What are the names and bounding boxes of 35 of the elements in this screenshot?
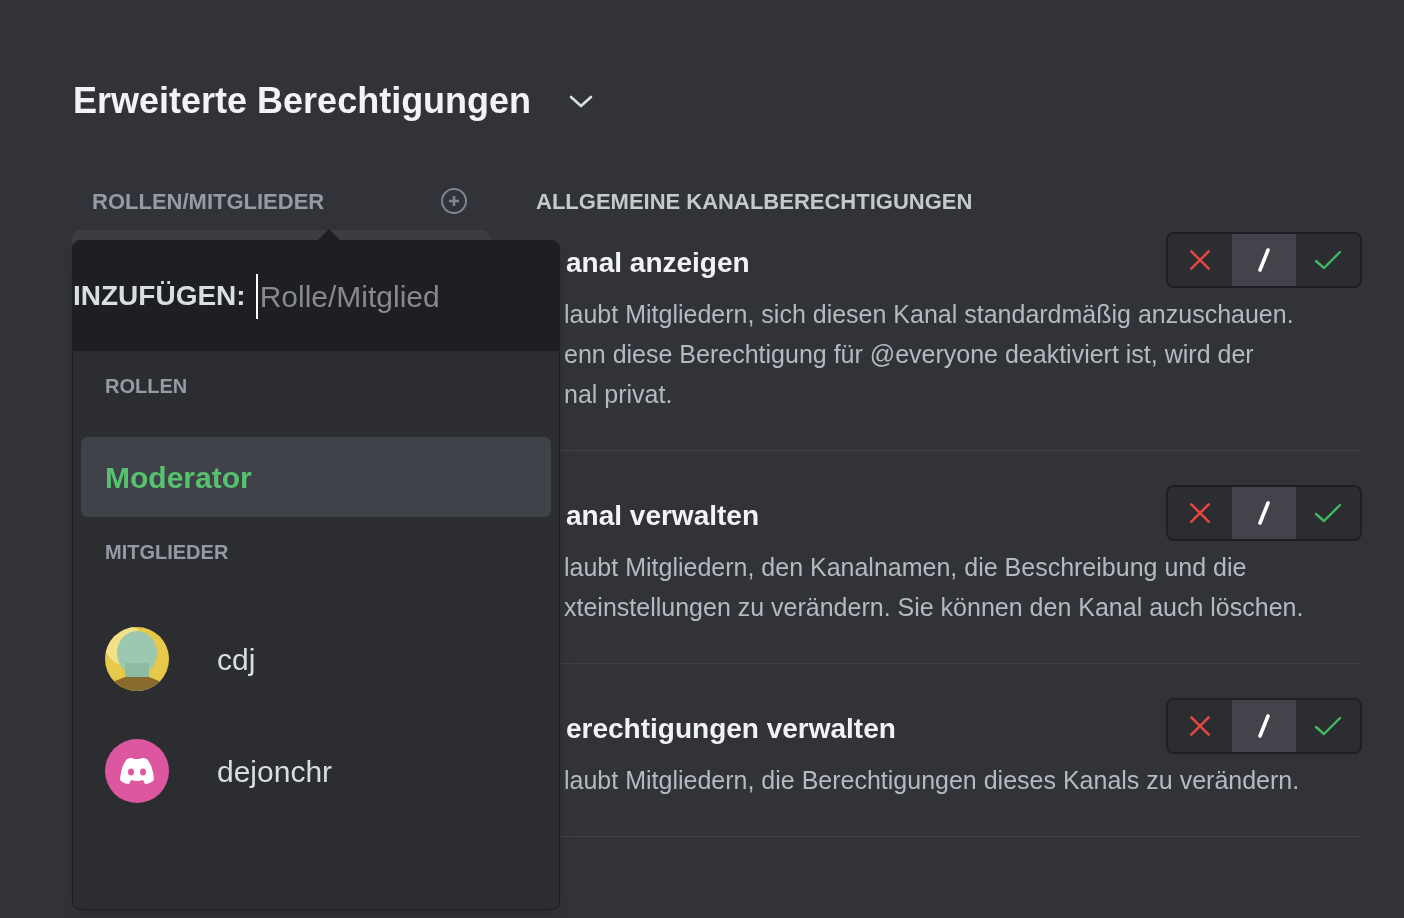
permission-title: anal verwalten [565, 499, 759, 533]
permission-title: erechtigungen verwalten [565, 712, 896, 746]
member-item[interactable]: cdj [81, 603, 551, 715]
permission-toggle[interactable] [1296, 234, 1360, 286]
permission-toggle[interactable] [1168, 700, 1232, 752]
column-header: ROLLEN/MITGLIEDER [92, 187, 325, 216]
permission-description: nal privat. [564, 379, 674, 410]
role-item[interactable]: Moderator [81, 437, 551, 517]
close-icon [1187, 713, 1213, 739]
controller-icon [118, 756, 156, 786]
permission-toggle[interactable] [1296, 487, 1360, 539]
permission-toggle[interactable] [1168, 487, 1232, 539]
group-heading: MITGLIEDER [105, 540, 229, 565]
section-title: Erweiterte Berechtigungen [73, 79, 532, 123]
permission-toggle[interactable] [1232, 700, 1296, 752]
permission-description: laubt Mitgliedern, den Kanalnamen, die Beschreibung und die [564, 552, 1248, 583]
permission-description: laubt Mitgliedern, sich diesen Kanal standardmäßig anzuschauen. [564, 299, 1295, 330]
permission-toggle[interactable] [1168, 234, 1232, 286]
permission-toggle[interactable] [1296, 700, 1360, 752]
column-header: ALLGEMEINE KANALBERECHTIGUNGEN [536, 187, 973, 216]
search-field[interactable]: Rolle/Mitglied [255, 273, 536, 319]
group-heading: ROLLEN [105, 374, 188, 399]
field-label: INZUFÜGEN: [73, 279, 246, 313]
member-item[interactable]: dejonchr [81, 715, 551, 827]
permission-title: anal anzeigen [565, 246, 750, 280]
add-icon[interactable] [440, 187, 468, 215]
close-icon [1187, 247, 1213, 273]
permission-description: enn diese Berechtigung für @everyone deaktiviert ist, wird der [564, 339, 1255, 370]
permission-description: laubt Mitgliedern, die Berechtigungen dieses Kanals zu verändern. [564, 765, 1301, 796]
close-icon [1187, 500, 1213, 526]
permission-toggle[interactable] [1232, 234, 1296, 286]
permission-description: xteinstellungen zu verändern. Sie können den Kanal auch löschen. [564, 592, 1305, 623]
permission-toggle[interactable] [1232, 487, 1296, 539]
member-name: cdj [217, 641, 256, 678]
member-name: dejonchr [217, 753, 333, 790]
